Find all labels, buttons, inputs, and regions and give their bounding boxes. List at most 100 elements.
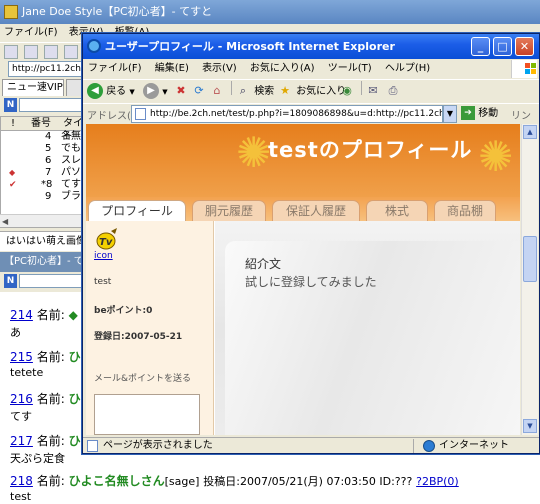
ie-address-bar: アドレス(D) http://be.2ch.net/test/p.php?i=1… <box>83 103 539 137</box>
jane-address-field[interactable]: http://pc11.2ch.net <box>8 61 84 77</box>
vertical-scrollbar[interactable]: ▲ ▼ <box>521 124 538 435</box>
back-button[interactable]: ◀ 戻る ▼ <box>87 82 135 102</box>
media-button[interactable]: ◉ <box>339 82 355 102</box>
tab-profile[interactable]: プロフィール <box>88 200 186 221</box>
tab-product-shelf[interactable]: 商品棚 <box>434 200 496 221</box>
forward-button[interactable]: ▶ ▼ <box>143 82 168 102</box>
maximize-button[interactable]: □ <box>493 37 512 56</box>
table-row[interactable]: ◆ 7 パソ <box>1 167 83 179</box>
post-number[interactable]: 214 <box>10 308 33 322</box>
icon-link[interactable]: icon <box>94 251 113 261</box>
scroll-left-icon[interactable]: ◀ <box>2 217 8 226</box>
avatar: Tv <box>95 227 119 250</box>
toolbar-icon[interactable] <box>4 45 18 59</box>
minimize-button[interactable]: _ <box>471 37 490 56</box>
stop-button[interactable]: ✖ <box>173 82 189 102</box>
ie-title-bar[interactable]: ユーザープロフィール - Microsoft Internet Explorer… <box>83 34 539 59</box>
thread-list-header: ! 番号 タイト <box>1 117 83 142</box>
board-tab[interactable]: ニュー速VIP <box>2 79 64 96</box>
nav-bar: N <box>4 98 84 114</box>
row-title: 名無 <box>61 131 81 142</box>
search-button[interactable]: ⌕ 検索 <box>235 82 274 102</box>
menu-tools[interactable]: ツール(T) <box>323 59 377 79</box>
post-number[interactable]: 216 <box>10 392 33 406</box>
scroll-down-icon[interactable]: ▼ <box>523 419 537 433</box>
home-icon: ⌂ <box>213 84 221 97</box>
nav-select[interactable] <box>19 98 84 112</box>
home-button[interactable]: ⌂ <box>209 82 225 102</box>
table-row[interactable]: 5 でも <box>1 143 83 155</box>
search-label: 検索 <box>254 86 275 97</box>
toolbar-icon[interactable] <box>44 45 58 59</box>
profile-content: 紹介文 試しに登録してみました <box>215 221 520 435</box>
tab-stocks[interactable]: 株式 <box>366 200 428 221</box>
ie-menubar: ファイル(F) 編集(E) 表示(V) お気に入り(A) ツール(T) ヘルプ(… <box>83 59 539 79</box>
print-button[interactable]: ⎙ <box>385 82 401 102</box>
menu-help[interactable]: ヘルプ(H) <box>380 59 435 79</box>
col-number[interactable]: 番号 <box>31 117 51 130</box>
be-points: beポイント:0 <box>94 306 153 316</box>
address-input[interactable]: http://be.2ch.net/test/p.php?i=180908689… <box>131 105 443 123</box>
intro-text: 試しに登録してみました <box>245 275 377 289</box>
mail-button[interactable]: ✉ <box>365 82 381 102</box>
post-name: ひよこ名無しさん <box>68 474 165 488</box>
row-number: *8 <box>41 179 53 190</box>
tab-guarantor-history[interactable]: 保証人履歴 <box>272 200 360 221</box>
message-textarea[interactable] <box>94 394 200 435</box>
row-title: でも <box>61 143 81 154</box>
be-link[interactable]: ?2BP(0) <box>416 475 459 488</box>
post-name: ひ <box>68 392 81 406</box>
address-dropdown-button[interactable]: ▼ <box>443 105 457 123</box>
col-mark[interactable]: ! <box>11 117 15 130</box>
post-number[interactable]: 218 <box>10 474 33 488</box>
post-number[interactable]: 215 <box>10 350 33 364</box>
row-title: パソ <box>61 167 81 178</box>
thread-list-scrollbar[interactable]: ◀ <box>0 214 84 227</box>
go-button[interactable]: ➔ 移動 <box>461 106 498 122</box>
menu-favorites[interactable]: お気に入り(A) <box>245 59 320 79</box>
row-number: 6 <box>45 155 52 166</box>
menu-edit[interactable]: 編集(E) <box>150 59 194 79</box>
post-label: 名前: <box>36 392 65 406</box>
nav-select[interactable] <box>19 274 84 288</box>
back-arrow-icon: ◀ <box>87 83 103 99</box>
zone-indicator: インターネット <box>423 438 509 453</box>
tab-bookmaker-history[interactable]: 胴元履歴 <box>192 200 266 221</box>
close-button[interactable]: ✕ <box>515 37 534 56</box>
n-icon[interactable]: N <box>4 274 17 288</box>
table-row[interactable]: 6 スレ <box>1 155 83 167</box>
table-row[interactable]: 4 名無 <box>1 131 83 143</box>
chevron-down-icon: ▼ <box>162 88 168 96</box>
svg-text:Tv: Tv <box>99 237 113 248</box>
menu-file[interactable]: ファイル(F) <box>83 59 147 79</box>
go-arrow-icon: ➔ <box>461 106 475 120</box>
n-icon[interactable]: N <box>4 98 17 112</box>
toolbar-divider <box>361 81 362 95</box>
table-row[interactable]: ✔ *8 てす <box>1 179 83 191</box>
jane-menu-file[interactable]: ファイル(F) <box>0 24 62 42</box>
page-icon <box>87 440 98 452</box>
thread-title: はいはい萌え画像 <box>0 231 84 251</box>
post-name: ひ <box>68 434 81 448</box>
row-title: てす <box>61 179 81 190</box>
scroll-thumb[interactable] <box>523 236 537 282</box>
row-mark: ✔ <box>9 180 17 190</box>
menu-view[interactable]: 表示(V) <box>197 59 242 79</box>
table-row[interactable]: 9 ブラ <box>1 191 83 203</box>
thread-tab[interactable]: 【PC初心者】- て <box>0 252 84 272</box>
profile-sidebar: Tv icon test beポイント:0 登録日:2007-05-21 メール… <box>86 221 214 435</box>
favorites-button[interactable]: ★ お気に入り <box>277 82 346 102</box>
search-icon: ⌕ <box>239 84 247 97</box>
scroll-up-icon[interactable]: ▲ <box>523 125 537 139</box>
post-label: 名前: <box>36 308 65 322</box>
app-icon <box>4 5 18 19</box>
post-mail: [sage] <box>164 475 200 488</box>
post-number[interactable]: 217 <box>10 434 33 448</box>
toolbar-icon[interactable] <box>24 45 38 59</box>
refresh-icon: ⟳ <box>194 84 204 97</box>
toolbar-icon[interactable] <box>64 45 78 59</box>
jane-title-text: Jane Doe Style【PC初心者】- てすと <box>22 5 213 18</box>
status-bar: ページが表示されました インターネット <box>83 437 539 453</box>
chevron-down-icon: ▼ <box>129 88 135 96</box>
refresh-button[interactable]: ⟳ <box>191 82 207 102</box>
